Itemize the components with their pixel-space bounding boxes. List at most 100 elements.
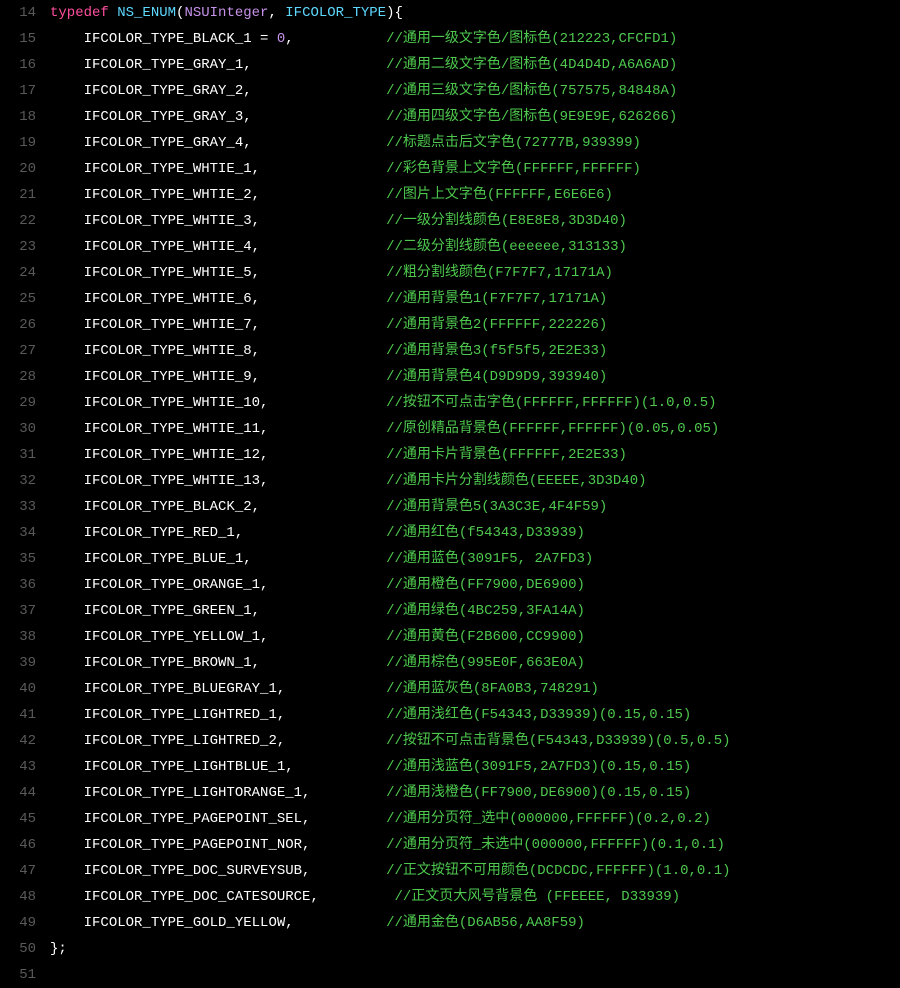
comment: //通用蓝色(3091F5, 2A7FD3)	[386, 551, 593, 567]
line-content: typedef NS_ENUM(NSUInteger, IFCOLOR_TYPE…	[50, 0, 900, 26]
comment: //通用背景色3(f5f5f5,2E2E33)	[386, 343, 607, 359]
line-number: 28	[0, 364, 50, 390]
comment: //粗分割线颜色(F7F7F7,17171A)	[386, 265, 613, 281]
line-number: 18	[0, 104, 50, 130]
code-line[interactable]: 34 IFCOLOR_TYPE_RED_1, //通用红色(f54343,D33…	[0, 520, 900, 546]
code-line[interactable]: 17 IFCOLOR_TYPE_GRAY_2, //通用三级文字色/图标色(75…	[0, 78, 900, 104]
code-line[interactable]: 49 IFCOLOR_TYPE_GOLD_YELLOW, //通用金色(D6AB…	[0, 910, 900, 936]
line-number: 24	[0, 260, 50, 286]
line-number: 35	[0, 546, 50, 572]
code-line[interactable]: 51	[0, 962, 900, 988]
enum-member: IFCOLOR_TYPE_PAGEPOINT_SEL,	[84, 811, 311, 827]
code-line[interactable]: 16 IFCOLOR_TYPE_GRAY_1, //通用二级文字色/图标色(4D…	[0, 52, 900, 78]
code-editor[interactable]: 14typedef NS_ENUM(NSUInteger, IFCOLOR_TY…	[0, 0, 900, 988]
line-number: 39	[0, 650, 50, 676]
enum-member: IFCOLOR_TYPE_BLUEGRAY_1,	[84, 681, 286, 697]
comment: //通用浅橙色(FF7900,DE6900)(0.15,0.15)	[386, 785, 691, 801]
comment: //通用橙色(FF7900,DE6900)	[386, 577, 585, 593]
comment: //通用棕色(995E0F,663E0A)	[386, 655, 585, 671]
code-line[interactable]: 25 IFCOLOR_TYPE_WHTIE_6, //通用背景色1(F7F7F7…	[0, 286, 900, 312]
code-line[interactable]: 39 IFCOLOR_TYPE_BROWN_1, //通用棕色(995E0F,6…	[0, 650, 900, 676]
code-line[interactable]: 23 IFCOLOR_TYPE_WHTIE_4, //二级分割线颜色(eeeee…	[0, 234, 900, 260]
code-line[interactable]: 48 IFCOLOR_TYPE_DOC_CATESOURCE, //正文页大风号…	[0, 884, 900, 910]
line-number: 14	[0, 0, 50, 26]
comment: //正文按钮不可用颜色(DCDCDC,FFFFFF)(1.0,0.1)	[386, 863, 730, 879]
code-line[interactable]: 41 IFCOLOR_TYPE_LIGHTRED_1, //通用浅红色(F543…	[0, 702, 900, 728]
line-number: 25	[0, 286, 50, 312]
line-number: 26	[0, 312, 50, 338]
code-line[interactable]: 38 IFCOLOR_TYPE_YELLOW_1, //通用黄色(F2B600,…	[0, 624, 900, 650]
enum-member: IFCOLOR_TYPE_GRAY_3,	[84, 109, 252, 125]
code-line[interactable]: 28 IFCOLOR_TYPE_WHTIE_9, //通用背景色4(D9D9D9…	[0, 364, 900, 390]
comment: //通用黄色(F2B600,CC9900)	[386, 629, 585, 645]
comment: //通用金色(D6AB56,AA8F59)	[386, 915, 585, 931]
comment: //通用背景色2(FFFFFF,222226)	[386, 317, 607, 333]
line-content: IFCOLOR_TYPE_WHTIE_7, //通用背景色2(FFFFFF,22…	[50, 312, 900, 338]
code-line[interactable]: 46 IFCOLOR_TYPE_PAGEPOINT_NOR, //通用分页符_未…	[0, 832, 900, 858]
code-line[interactable]: 50};	[0, 936, 900, 962]
line-number: 17	[0, 78, 50, 104]
code-line[interactable]: 26 IFCOLOR_TYPE_WHTIE_7, //通用背景色2(FFFFFF…	[0, 312, 900, 338]
code-line[interactable]: 20 IFCOLOR_TYPE_WHTIE_1, //彩色背景上文字色(FFFF…	[0, 156, 900, 182]
enum-member: IFCOLOR_TYPE_BLUE_1,	[84, 551, 252, 567]
line-content	[50, 962, 900, 988]
enum-member: IFCOLOR_TYPE_GRAY_4,	[84, 135, 252, 151]
comment: //正文页大风号背景色 (FFEEEE, D33939)	[386, 889, 680, 905]
line-content: IFCOLOR_TYPE_BLUE_1, //通用蓝色(3091F5, 2A7F…	[50, 546, 900, 572]
enum-member: IFCOLOR_TYPE_BROWN_1,	[84, 655, 260, 671]
line-content: IFCOLOR_TYPE_WHTIE_8, //通用背景色3(f5f5f5,2E…	[50, 338, 900, 364]
code-line[interactable]: 47 IFCOLOR_TYPE_DOC_SURVEYSUB, //正文按钮不可用…	[0, 858, 900, 884]
code-line[interactable]: 32 IFCOLOR_TYPE_WHTIE_13, //通用卡片分割线颜色(EE…	[0, 468, 900, 494]
code-line[interactable]: 18 IFCOLOR_TYPE_GRAY_3, //通用四级文字色/图标色(9E…	[0, 104, 900, 130]
code-line[interactable]: 35 IFCOLOR_TYPE_BLUE_1, //通用蓝色(3091F5, 2…	[0, 546, 900, 572]
code-line[interactable]: 44 IFCOLOR_TYPE_LIGHTORANGE_1, //通用浅橙色(F…	[0, 780, 900, 806]
comment: //标题点击后文字色(72777B,939399)	[386, 135, 641, 151]
line-number: 51	[0, 962, 50, 988]
line-number: 41	[0, 702, 50, 728]
line-content: IFCOLOR_TYPE_GRAY_3, //通用四级文字色/图标色(9E9E9…	[50, 104, 900, 130]
enum-member: IFCOLOR_TYPE_GRAY_2,	[84, 83, 252, 99]
enum-member: IFCOLOR_TYPE_DOC_SURVEYSUB,	[84, 863, 311, 879]
code-line[interactable]: 29 IFCOLOR_TYPE_WHTIE_10, //按钮不可点击字色(FFF…	[0, 390, 900, 416]
enum-member: IFCOLOR_TYPE_WHTIE_11,	[84, 421, 269, 437]
line-number: 43	[0, 754, 50, 780]
code-line[interactable]: 31 IFCOLOR_TYPE_WHTIE_12, //通用卡片背景色(FFFF…	[0, 442, 900, 468]
code-line[interactable]: 30 IFCOLOR_TYPE_WHTIE_11, //原创精品背景色(FFFF…	[0, 416, 900, 442]
line-number: 32	[0, 468, 50, 494]
enum-member: IFCOLOR_TYPE_WHTIE_13,	[84, 473, 269, 489]
enum-member: IFCOLOR_TYPE_WHTIE_6,	[84, 291, 260, 307]
code-line[interactable]: 40 IFCOLOR_TYPE_BLUEGRAY_1, //通用蓝灰色(8FA0…	[0, 676, 900, 702]
line-content: IFCOLOR_TYPE_BLUEGRAY_1, //通用蓝灰色(8FA0B3,…	[50, 676, 900, 702]
line-number: 33	[0, 494, 50, 520]
line-content: IFCOLOR_TYPE_GRAY_2, //通用三级文字色/图标色(75757…	[50, 78, 900, 104]
code-line[interactable]: 19 IFCOLOR_TYPE_GRAY_4, //标题点击后文字色(72777…	[0, 130, 900, 156]
enum-member: IFCOLOR_TYPE_YELLOW_1,	[84, 629, 269, 645]
enum-member: IFCOLOR_TYPE_GREEN_1,	[84, 603, 260, 619]
enum-member: IFCOLOR_TYPE_WHTIE_5,	[84, 265, 260, 281]
code-line[interactable]: 33 IFCOLOR_TYPE_BLACK_2, //通用背景色5(3A3C3E…	[0, 494, 900, 520]
comment: //通用分页符_选中(000000,FFFFFF)(0.2,0.2)	[386, 811, 711, 827]
code-line[interactable]: 21 IFCOLOR_TYPE_WHTIE_2, //图片上文字色(FFFFFF…	[0, 182, 900, 208]
comment: //按钮不可点击字色(FFFFFF,FFFFFF)(1.0,0.5)	[386, 395, 716, 411]
comment: //彩色背景上文字色(FFFFFF,FFFFFF)	[386, 161, 641, 177]
line-content: };	[50, 936, 900, 962]
code-line[interactable]: 27 IFCOLOR_TYPE_WHTIE_8, //通用背景色3(f5f5f5…	[0, 338, 900, 364]
code-line[interactable]: 24 IFCOLOR_TYPE_WHTIE_5, //粗分割线颜色(F7F7F7…	[0, 260, 900, 286]
enum-member: IFCOLOR_TYPE_BLACK_2,	[84, 499, 260, 515]
code-line[interactable]: 45 IFCOLOR_TYPE_PAGEPOINT_SEL, //通用分页符_选…	[0, 806, 900, 832]
comment: //通用红色(f54343,D33939)	[386, 525, 585, 541]
code-line[interactable]: 37 IFCOLOR_TYPE_GREEN_1, //通用绿色(4BC259,3…	[0, 598, 900, 624]
line-number: 42	[0, 728, 50, 754]
line-number: 29	[0, 390, 50, 416]
code-line[interactable]: 42 IFCOLOR_TYPE_LIGHTRED_2, //按钮不可点击背景色(…	[0, 728, 900, 754]
line-number: 20	[0, 156, 50, 182]
code-line[interactable]: 43 IFCOLOR_TYPE_LIGHTBLUE_1, //通用浅蓝色(309…	[0, 754, 900, 780]
line-number: 37	[0, 598, 50, 624]
code-line[interactable]: 14typedef NS_ENUM(NSUInteger, IFCOLOR_TY…	[0, 0, 900, 26]
comment: //图片上文字色(FFFFFF,E6E6E6)	[386, 187, 613, 203]
code-line[interactable]: 22 IFCOLOR_TYPE_WHTIE_3, //一级分割线颜色(E8E8E…	[0, 208, 900, 234]
enum-member: IFCOLOR_TYPE_GOLD_YELLOW,	[84, 915, 294, 931]
comment: //通用卡片背景色(FFFFFF,2E2E33)	[386, 447, 627, 463]
code-line[interactable]: 15 IFCOLOR_TYPE_BLACK_1 = 0, //通用一级文字色/图…	[0, 26, 900, 52]
code-line[interactable]: 36 IFCOLOR_TYPE_ORANGE_1, //通用橙色(FF7900,…	[0, 572, 900, 598]
